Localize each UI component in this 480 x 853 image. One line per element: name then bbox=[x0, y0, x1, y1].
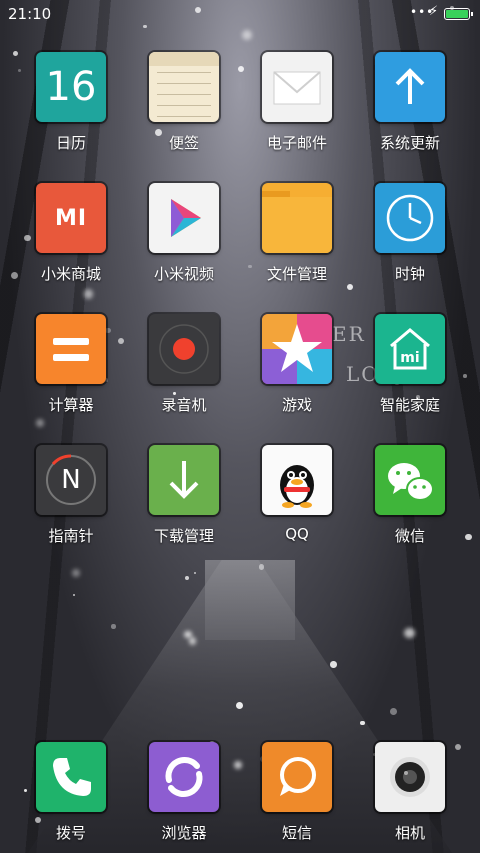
app-label: 系统更新 bbox=[379, 134, 440, 152]
app-camera[interactable]: 相机 bbox=[355, 742, 465, 843]
smart-home-icon[interactable]: mi bbox=[375, 314, 445, 384]
app-label: 时钟 bbox=[394, 265, 425, 283]
app-label: 智能家庭 bbox=[379, 396, 440, 414]
download-icon[interactable] bbox=[149, 445, 219, 515]
app-notes[interactable]: 便签 bbox=[129, 52, 239, 153]
sms-icon[interactable] bbox=[262, 742, 332, 812]
battery-fill bbox=[446, 10, 468, 18]
snowflake bbox=[184, 576, 189, 581]
folder-icon[interactable] bbox=[262, 183, 332, 253]
snowflake bbox=[188, 637, 197, 645]
clock-icon[interactable] bbox=[375, 183, 445, 253]
update-icon[interactable] bbox=[375, 52, 445, 122]
snowflake bbox=[72, 568, 81, 577]
snowflake bbox=[183, 630, 192, 639]
app-phone[interactable]: 拨号 bbox=[16, 742, 126, 843]
app-label: 文件管理 bbox=[266, 265, 327, 283]
app-label: 录音机 bbox=[161, 396, 207, 414]
app-label: 小米视频 bbox=[153, 265, 214, 283]
app-games[interactable]: 游戏 bbox=[242, 314, 352, 415]
app-email[interactable]: 电子邮件 bbox=[242, 52, 352, 153]
app-label: 游戏 bbox=[281, 396, 312, 414]
snowflake bbox=[72, 593, 75, 597]
phone-icon[interactable] bbox=[36, 742, 106, 812]
app-mi-store[interactable]: MI 小米商城 bbox=[16, 183, 126, 284]
app-label: 下载管理 bbox=[153, 527, 214, 545]
svg-text:mi: mi bbox=[400, 350, 419, 366]
page-indicator[interactable] bbox=[236, 702, 243, 709]
app-browser[interactable]: 浏览器 bbox=[129, 742, 239, 843]
email-icon[interactable] bbox=[262, 52, 332, 122]
mi-store-icon[interactable]: MI bbox=[36, 183, 106, 253]
app-sms[interactable]: 短信 bbox=[242, 742, 352, 843]
app-clock[interactable]: 时钟 bbox=[355, 183, 465, 284]
wechat-icon[interactable] bbox=[375, 445, 445, 515]
snowflake bbox=[35, 418, 44, 427]
app-calendar[interactable]: 16 日历 bbox=[16, 52, 126, 153]
app-folder[interactable]: 文件管理 bbox=[242, 183, 352, 284]
battery-icon bbox=[444, 8, 473, 20]
app-label: 浏览器 bbox=[161, 824, 207, 842]
recorder-icon[interactable] bbox=[149, 314, 219, 384]
calendar-icon[interactable]: 16 bbox=[36, 52, 106, 122]
app-mi-video[interactable]: 小米视频 bbox=[129, 183, 239, 284]
app-label: 便签 bbox=[168, 134, 199, 152]
app-label: 指南针 bbox=[48, 527, 94, 545]
browser-icon[interactable] bbox=[149, 742, 219, 812]
qq-icon[interactable] bbox=[262, 445, 332, 515]
app-label: 短信 bbox=[281, 824, 312, 842]
app-qq[interactable]: QQ bbox=[242, 445, 352, 543]
app-download[interactable]: 下载管理 bbox=[129, 445, 239, 546]
app-update[interactable]: 系统更新 bbox=[355, 52, 465, 153]
app-label: 计算器 bbox=[48, 396, 94, 414]
app-label: 相机 bbox=[394, 824, 425, 842]
snowflake bbox=[330, 661, 337, 668]
app-label: 小米商城 bbox=[40, 265, 101, 283]
app-recorder[interactable]: 录音机 bbox=[129, 314, 239, 415]
games-icon[interactable] bbox=[262, 314, 332, 384]
snowflake bbox=[111, 624, 116, 629]
mi-video-icon[interactable] bbox=[149, 183, 219, 253]
snowflake bbox=[83, 289, 94, 299]
notes-icon[interactable] bbox=[149, 52, 219, 122]
app-label: 拨号 bbox=[55, 824, 86, 842]
charging-icon: ⚡ bbox=[429, 4, 439, 19]
app-wechat[interactable]: 微信 bbox=[355, 445, 465, 546]
status-time: 21:10 bbox=[8, 5, 52, 23]
app-label: 电子邮件 bbox=[266, 134, 327, 152]
app-label: QQ bbox=[285, 525, 309, 543]
camera-icon[interactable] bbox=[375, 742, 445, 812]
calculator-icon[interactable] bbox=[36, 314, 106, 384]
app-compass[interactable]: N 指南针 bbox=[16, 445, 126, 546]
compass-icon[interactable]: N bbox=[36, 445, 106, 515]
snowflake bbox=[404, 627, 415, 639]
app-label: 日历 bbox=[55, 134, 86, 152]
app-calculator[interactable]: 计算器 bbox=[16, 314, 126, 415]
app-smart-home[interactable]: mi 智能家庭 bbox=[355, 314, 465, 415]
app-label: 微信 bbox=[394, 527, 425, 545]
status-bar: 21:10 ••• ⚡ bbox=[0, 0, 480, 28]
